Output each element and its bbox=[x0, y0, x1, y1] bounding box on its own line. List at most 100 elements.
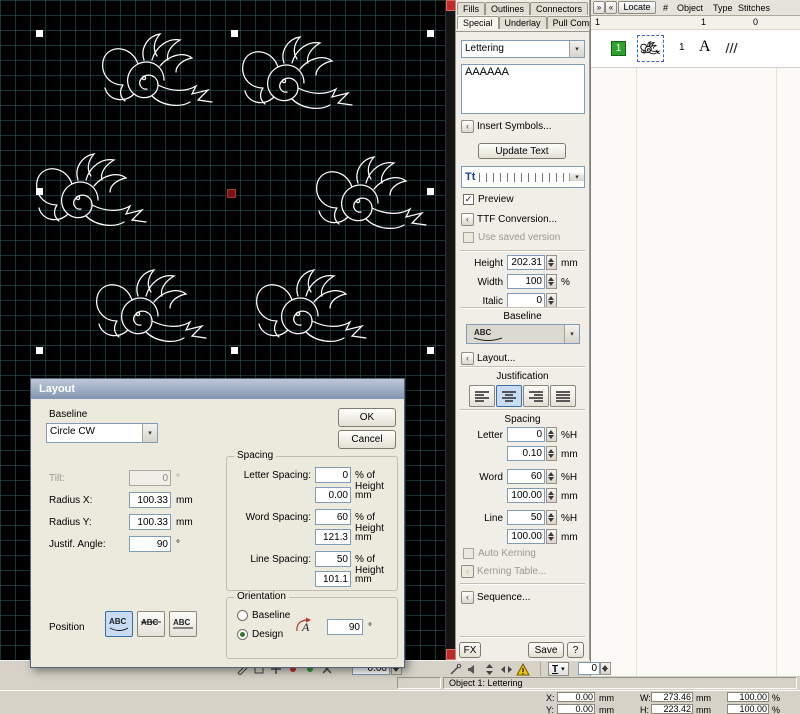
line-spacing-mm-input[interactable] bbox=[507, 529, 545, 544]
y-input[interactable] bbox=[557, 704, 595, 714]
line-spacing-pct-spinner[interactable] bbox=[546, 510, 557, 525]
design-center-marker[interactable] bbox=[227, 189, 236, 198]
layout-expander-icon[interactable]: ‹ bbox=[461, 352, 474, 365]
word-spacing-pct-input[interactable] bbox=[315, 509, 351, 525]
sequence-expander-icon[interactable]: ‹ bbox=[461, 591, 474, 604]
preview-checkbox[interactable]: ✓ Preview bbox=[463, 194, 514, 205]
word-spacing-mm-spinner[interactable] bbox=[546, 488, 557, 503]
baseline-select[interactable]: Circle CW ▾ bbox=[46, 423, 158, 443]
position-arc-baseline-button[interactable]: ABC bbox=[105, 611, 133, 637]
selection-handle[interactable] bbox=[231, 30, 238, 37]
canvas-vertical-scrollbar[interactable] bbox=[445, 0, 455, 660]
layout-label[interactable]: Layout... bbox=[477, 353, 515, 364]
dialog-title-bar[interactable]: Layout bbox=[31, 379, 404, 399]
selection-handle[interactable] bbox=[36, 188, 43, 195]
line-spacing-pct-input[interactable] bbox=[315, 551, 351, 567]
lettering-tool-select[interactable]: T ▾ bbox=[548, 662, 569, 676]
fx-button[interactable]: FX bbox=[459, 642, 481, 658]
update-text-button[interactable]: Update Text bbox=[478, 143, 566, 159]
object-row[interactable]: 1 1 A bbox=[591, 30, 800, 68]
word-spacing-pct-input[interactable] bbox=[507, 469, 545, 484]
insert-symbols-expander-icon[interactable]: ‹ bbox=[461, 120, 474, 133]
lettering-count-spinner[interactable] bbox=[600, 662, 611, 675]
height-input[interactable] bbox=[507, 255, 545, 270]
embroidery-design[interactable] bbox=[243, 37, 352, 108]
ttf-conversion-expander-icon[interactable]: ‹ bbox=[461, 213, 474, 226]
tab-special[interactable]: Special bbox=[457, 16, 499, 29]
selection-handle[interactable] bbox=[427, 188, 434, 195]
chevron-down-icon[interactable]: ▾ bbox=[142, 424, 157, 442]
radius-x-input[interactable] bbox=[129, 492, 171, 508]
embroidery-design[interactable] bbox=[37, 154, 146, 225]
ttf-conversion-label[interactable]: TTF Conversion... bbox=[477, 214, 557, 225]
justify-left-button[interactable] bbox=[469, 385, 495, 407]
left-right-arrows-icon[interactable] bbox=[499, 662, 513, 676]
speaker-icon[interactable] bbox=[465, 662, 479, 676]
scale-y-input[interactable] bbox=[727, 704, 769, 714]
justif-angle-input[interactable] bbox=[129, 536, 171, 552]
baseline-style-select[interactable]: ABC ▾ bbox=[466, 324, 580, 344]
width-spinner[interactable] bbox=[546, 274, 557, 289]
insert-symbols-label[interactable]: Insert Symbols... bbox=[477, 121, 551, 132]
selection-handle[interactable] bbox=[427, 30, 434, 37]
justify-right-button[interactable] bbox=[523, 385, 549, 407]
lettering-count-input[interactable] bbox=[578, 662, 600, 675]
letter-spacing-pct-input[interactable] bbox=[315, 467, 351, 483]
chevron-down-icon[interactable]: ▾ bbox=[569, 41, 584, 57]
selection-handle[interactable] bbox=[427, 347, 434, 354]
embroidery-design[interactable] bbox=[103, 34, 212, 105]
tab-connectors[interactable]: Connectors bbox=[530, 2, 588, 15]
cancel-button[interactable]: Cancel bbox=[338, 430, 396, 449]
letter-spacing-mm-spinner[interactable] bbox=[546, 446, 557, 461]
locate-button[interactable]: Locate bbox=[618, 1, 656, 14]
width-input[interactable] bbox=[507, 274, 545, 289]
height-spinner[interactable] bbox=[546, 255, 557, 270]
save-button[interactable]: Save bbox=[528, 642, 564, 658]
justify-center-button[interactable] bbox=[496, 385, 522, 407]
letter-size-slider[interactable]: Tt ▾ bbox=[461, 166, 585, 188]
h-input[interactable] bbox=[651, 704, 693, 714]
tab-fills[interactable]: Fills bbox=[457, 2, 485, 15]
line-spacing-mm-spinner[interactable] bbox=[546, 529, 557, 544]
help-button[interactable]: ? bbox=[567, 642, 584, 658]
position-mid-baseline-button[interactable]: ABC bbox=[137, 611, 165, 637]
selection-handle[interactable] bbox=[231, 347, 238, 354]
tab-underlay[interactable]: Underlay bbox=[499, 16, 547, 29]
position-flat-baseline-button[interactable]: ABC bbox=[169, 611, 197, 637]
radius-y-input[interactable] bbox=[129, 514, 171, 530]
collapse-left-icon[interactable]: « bbox=[605, 1, 617, 14]
orientation-baseline-radio[interactable]: Baseline bbox=[237, 610, 290, 621]
letter-spacing-mm-input[interactable] bbox=[507, 446, 545, 461]
objects-list-area[interactable] bbox=[591, 68, 800, 676]
needle-icon[interactable] bbox=[448, 662, 462, 676]
orientation-design-radio[interactable]: Design bbox=[237, 629, 283, 640]
line-spacing-mm-input[interactable] bbox=[315, 571, 351, 587]
sequence-label[interactable]: Sequence... bbox=[477, 592, 530, 603]
italic-spinner[interactable] bbox=[546, 293, 557, 308]
line-spacing-pct-input[interactable] bbox=[507, 510, 545, 525]
word-spacing-mm-input[interactable] bbox=[507, 488, 545, 503]
scale-x-input[interactable] bbox=[727, 692, 769, 702]
letter-spacing-mm-input[interactable] bbox=[315, 487, 351, 503]
lettering-type-select[interactable]: Lettering ▾ bbox=[461, 40, 585, 58]
collapse-right-icon[interactable]: » bbox=[593, 1, 605, 14]
object-thumbnail[interactable] bbox=[637, 35, 664, 62]
letter-spacing-pct-input[interactable] bbox=[507, 427, 545, 442]
object-color-badge[interactable]: 1 bbox=[611, 41, 626, 56]
letter-spacing-pct-spinner[interactable] bbox=[546, 427, 557, 442]
embroidery-design[interactable] bbox=[317, 157, 426, 228]
up-down-arrows-icon[interactable] bbox=[482, 662, 496, 676]
italic-input[interactable] bbox=[507, 293, 545, 308]
justify-full-button[interactable] bbox=[550, 385, 576, 407]
w-input[interactable] bbox=[651, 692, 693, 702]
embroidery-design[interactable] bbox=[257, 270, 366, 341]
tab-outlines[interactable]: Outlines bbox=[485, 2, 530, 15]
chevron-down-icon[interactable]: ▾ bbox=[569, 173, 584, 181]
selection-handle[interactable] bbox=[36, 30, 43, 37]
ok-button[interactable]: OK bbox=[338, 408, 396, 427]
selection-handle[interactable] bbox=[36, 347, 43, 354]
chevron-down-icon[interactable]: ▾ bbox=[564, 325, 579, 343]
word-spacing-pct-spinner[interactable] bbox=[546, 469, 557, 484]
slider-ticks[interactable] bbox=[479, 173, 565, 182]
x-input[interactable] bbox=[557, 692, 595, 702]
